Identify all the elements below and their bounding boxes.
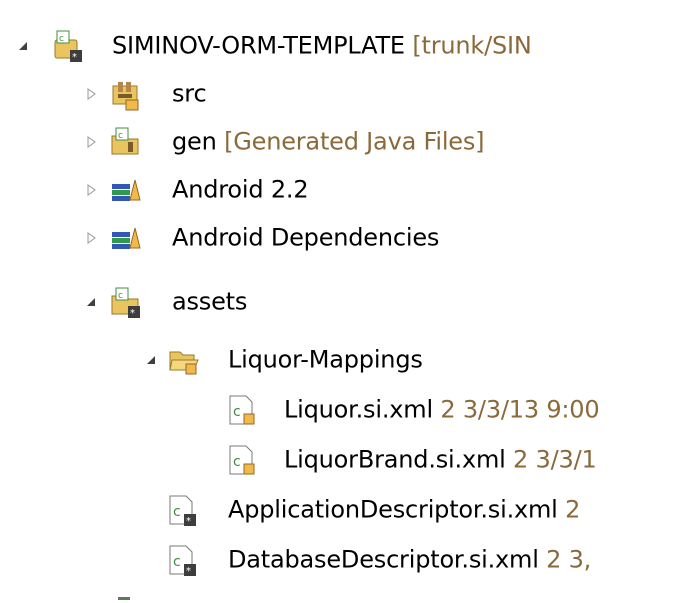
svg-text:c: c xyxy=(233,404,241,420)
project-svn-decoration: [trunk/SIN xyxy=(412,31,532,60)
assets-label: assets xyxy=(172,287,248,316)
gen-label: gen xyxy=(172,127,217,156)
xml-file-icon: c * xyxy=(166,542,200,578)
project-name: SIMINOV-ORM-TEMPLATE xyxy=(112,31,405,60)
tree-row-assets[interactable]: c * assets xyxy=(0,276,697,328)
database-descriptor-revision: 2 3, xyxy=(546,545,592,574)
xml-file-icon: c xyxy=(226,442,260,478)
svg-text:*: * xyxy=(186,566,191,577)
liquor-brand-xml-label: LiquorBrand.si.xml xyxy=(284,445,506,474)
svg-text:c: c xyxy=(118,291,123,301)
generated-folder-icon: c xyxy=(110,124,144,160)
liquor-brand-xml-revision: 2 3/3/1 xyxy=(513,445,597,474)
svg-text:*: * xyxy=(186,516,191,527)
database-descriptor-label: DatabaseDescriptor.si.xml xyxy=(228,545,539,574)
tree-row-gen[interactable]: c gen [Generated Java Files] xyxy=(0,116,697,168)
project-icon: c * xyxy=(52,28,86,64)
xml-file-icon: c * xyxy=(166,492,200,528)
tree-row-database-descriptor[interactable]: c * DatabaseDescriptor.si.xml 2 3, xyxy=(0,534,697,586)
library-icon xyxy=(110,172,144,208)
expanded-arrow-icon[interactable] xyxy=(82,293,100,311)
svg-text:c: c xyxy=(118,131,123,141)
tree-row-android-library[interactable]: Android 2.2 xyxy=(0,164,697,216)
gen-decoration: [Generated Java Files] xyxy=(224,127,485,156)
android-library-label: Android 2.2 xyxy=(172,175,309,204)
tree-row-src[interactable]: src xyxy=(0,68,697,120)
source-package-icon xyxy=(110,76,144,112)
tree-row-liquor-brand-xml[interactable]: c LiquorBrand.si.xml 2 3/3/1 xyxy=(0,434,697,486)
collapsed-arrow-icon[interactable] xyxy=(82,85,100,103)
expanded-arrow-icon[interactable] xyxy=(14,37,32,55)
tree-row-liquor-mappings[interactable]: Liquor-Mappings xyxy=(0,334,697,386)
partial-next-row-icon xyxy=(118,597,130,600)
svg-text:c: c xyxy=(173,554,181,570)
application-descriptor-label: ApplicationDescriptor.si.xml xyxy=(228,495,558,524)
svg-text:*: * xyxy=(130,308,135,319)
liquor-xml-label: Liquor.si.xml xyxy=(284,395,433,424)
tree-row-liquor-xml[interactable]: c Liquor.si.xml 2 3/3/13 9:00 xyxy=(0,384,697,436)
expanded-arrow-icon[interactable] xyxy=(142,351,160,369)
svg-text:*: * xyxy=(72,52,77,63)
xml-file-icon: c xyxy=(226,392,260,428)
collapsed-arrow-icon[interactable] xyxy=(82,229,100,247)
src-label: src xyxy=(172,79,207,108)
liquor-mappings-label: Liquor-Mappings xyxy=(228,345,423,374)
assets-folder-icon: c * xyxy=(110,284,144,320)
package-explorer-tree: c * SIMINOV-ORM-TEMPLATE [trunk/SIN src xyxy=(0,0,697,603)
svg-text:c: c xyxy=(59,34,64,44)
android-dependencies-label: Android Dependencies xyxy=(172,223,440,252)
svg-text:c: c xyxy=(173,504,181,520)
tree-row-project[interactable]: c * SIMINOV-ORM-TEMPLATE [trunk/SIN xyxy=(0,20,697,72)
tree-row-application-descriptor[interactable]: c * ApplicationDescriptor.si.xml 2 xyxy=(0,484,697,536)
application-descriptor-revision: 2 xyxy=(565,495,581,524)
open-folder-icon xyxy=(168,342,202,378)
collapsed-arrow-icon[interactable] xyxy=(82,181,100,199)
tree-row-android-dependencies[interactable]: Android Dependencies xyxy=(0,212,697,264)
library-icon xyxy=(110,220,144,256)
liquor-xml-revision: 2 3/3/13 9:00 xyxy=(440,395,600,424)
collapsed-arrow-icon[interactable] xyxy=(82,133,100,151)
svg-text:c: c xyxy=(233,454,241,470)
